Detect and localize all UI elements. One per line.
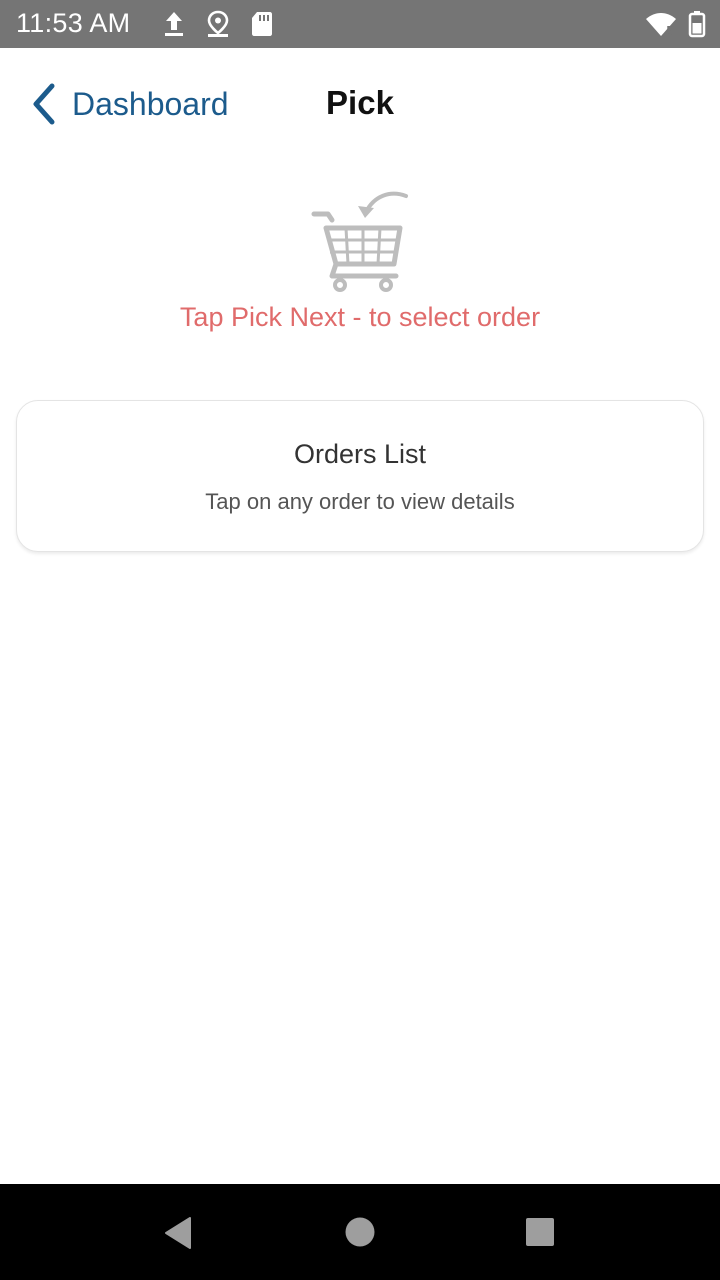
sd-card-icon	[252, 12, 272, 36]
home-circle-icon[interactable]	[344, 1216, 376, 1248]
system-nav-bar	[0, 1184, 720, 1280]
pick-next-hint: Tap Pick Next - to select order	[179, 302, 541, 332]
status-time: 11:53 AM	[16, 8, 131, 38]
cart-return-icon	[311, 191, 408, 292]
back-triangle-icon[interactable]	[162, 1216, 194, 1250]
upload-icon	[165, 12, 183, 36]
app-bar: Dashboard Pick	[0, 48, 720, 160]
wifi-badge: 5	[666, 24, 674, 38]
orders-list-subtitle: Tap on any order to view details	[205, 489, 515, 514]
battery-icon	[688, 11, 706, 38]
page-title: Pick	[326, 84, 394, 121]
recents-square-icon[interactable]	[524, 1216, 556, 1248]
status-bar: 11:53 AM 5	[0, 0, 720, 48]
orders-list-card[interactable]: Orders List Tap on any order to view det…	[16, 400, 704, 552]
orders-list-title: Orders List	[293, 439, 427, 469]
wifi-icon: 5	[646, 13, 676, 38]
location-icon	[207, 10, 229, 37]
